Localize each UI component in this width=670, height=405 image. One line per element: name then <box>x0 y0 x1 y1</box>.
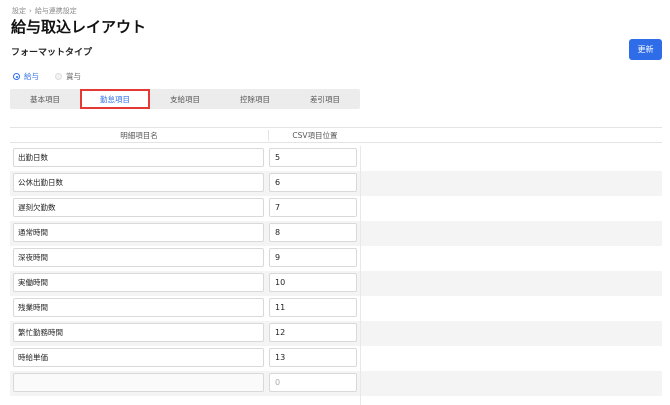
radio-selected-icon <box>13 73 20 80</box>
update-button[interactable]: 更新 <box>629 39 662 60</box>
column-header-item-name: 明細項目名 <box>120 131 158 140</box>
table-header: 明細項目名 CSV項目位置 <box>10 127 662 143</box>
csv-position-input[interactable]: 7 <box>269 198 357 217</box>
column-divider <box>360 246 361 271</box>
table-row: 実働時間 10 <box>10 271 662 296</box>
tab-deduction[interactable]: 控除項目 <box>220 89 290 109</box>
breadcrumb: 設定 › 給与連携設定 <box>12 6 77 16</box>
item-name-field[interactable]: 実働時間 <box>13 273 264 292</box>
table-row: 通常時間 8 <box>10 221 662 246</box>
tab-attendance[interactable]: 勤怠項目 <box>80 89 150 109</box>
csv-position-input[interactable]: 11 <box>269 298 357 317</box>
item-name-field[interactable]: 繁忙勤務時間 <box>13 323 264 342</box>
table-row: 出勤日数 5 <box>10 146 662 171</box>
table-row: 残業時間 11 <box>10 296 662 321</box>
column-divider <box>360 146 361 171</box>
column-header-csv-position: CSV項目位置 <box>268 130 361 141</box>
radio-salary-label: 給与 <box>24 72 39 81</box>
column-divider <box>360 371 361 396</box>
section-title: フォーマットタイプ <box>11 48 93 58</box>
item-name-field[interactable]: 残業時間 <box>13 298 264 317</box>
table-row: 0 <box>10 371 662 396</box>
column-divider <box>360 196 361 221</box>
column-divider <box>360 321 361 346</box>
item-name-field[interactable]: 出勤日数 <box>13 148 264 167</box>
csv-position-input[interactable]: 13 <box>269 348 357 367</box>
csv-position-input[interactable]: 10 <box>269 273 357 292</box>
tab-basic[interactable]: 基本項目 <box>10 89 80 109</box>
csv-position-input[interactable]: 0 <box>269 373 357 392</box>
table-row: 遅刻欠勤数 7 <box>10 196 662 221</box>
radio-bonus-label: 賞与 <box>66 72 81 81</box>
item-name-field[interactable]: 通常時間 <box>13 223 264 242</box>
tab-payment[interactable]: 支給項目 <box>150 89 220 109</box>
radio-unselected-icon <box>55 73 62 80</box>
table-row: 深夜時間 9 <box>10 246 662 271</box>
column-divider <box>360 221 361 246</box>
item-name-field[interactable]: 深夜時間 <box>13 248 264 267</box>
table-row: 公休出勤日数 6 <box>10 171 662 196</box>
column-divider <box>360 271 361 296</box>
radio-salary[interactable]: 給与 <box>13 71 39 82</box>
item-name-field[interactable]: 遅刻欠勤数 <box>13 198 264 217</box>
csv-position-input[interactable]: 12 <box>269 323 357 342</box>
format-type-radio-group: 給与 賞与 <box>13 71 97 82</box>
item-name-field[interactable] <box>13 373 264 392</box>
csv-position-input[interactable]: 6 <box>269 173 357 192</box>
csv-position-input[interactable]: 5 <box>269 148 357 167</box>
column-divider <box>360 296 361 321</box>
column-divider <box>360 171 361 196</box>
tab-net[interactable]: 差引項目 <box>290 89 360 109</box>
table-row: 繁忙勤務時間 12 <box>10 321 662 346</box>
breadcrumb-item-settings[interactable]: 設定 <box>12 7 26 15</box>
item-category-tabs: 基本項目 勤怠項目 支給項目 控除項目 差引項目 <box>10 89 360 109</box>
item-name-field[interactable]: 時給単価 <box>13 348 264 367</box>
item-name-field[interactable]: 公休出勤日数 <box>13 173 264 192</box>
breadcrumb-item-payroll-integration[interactable]: 給与連携設定 <box>35 7 77 15</box>
table-row: 時給単価 13 <box>10 346 662 371</box>
radio-bonus[interactable]: 賞与 <box>55 71 81 82</box>
page-title: 給与取込レイアウト <box>11 18 147 36</box>
csv-position-input[interactable]: 9 <box>269 248 357 267</box>
column-divider <box>360 346 361 371</box>
table-row-partial <box>10 396 662 405</box>
column-divider <box>360 396 361 405</box>
breadcrumb-separator-icon: › <box>29 7 32 15</box>
csv-position-input[interactable]: 8 <box>269 223 357 242</box>
